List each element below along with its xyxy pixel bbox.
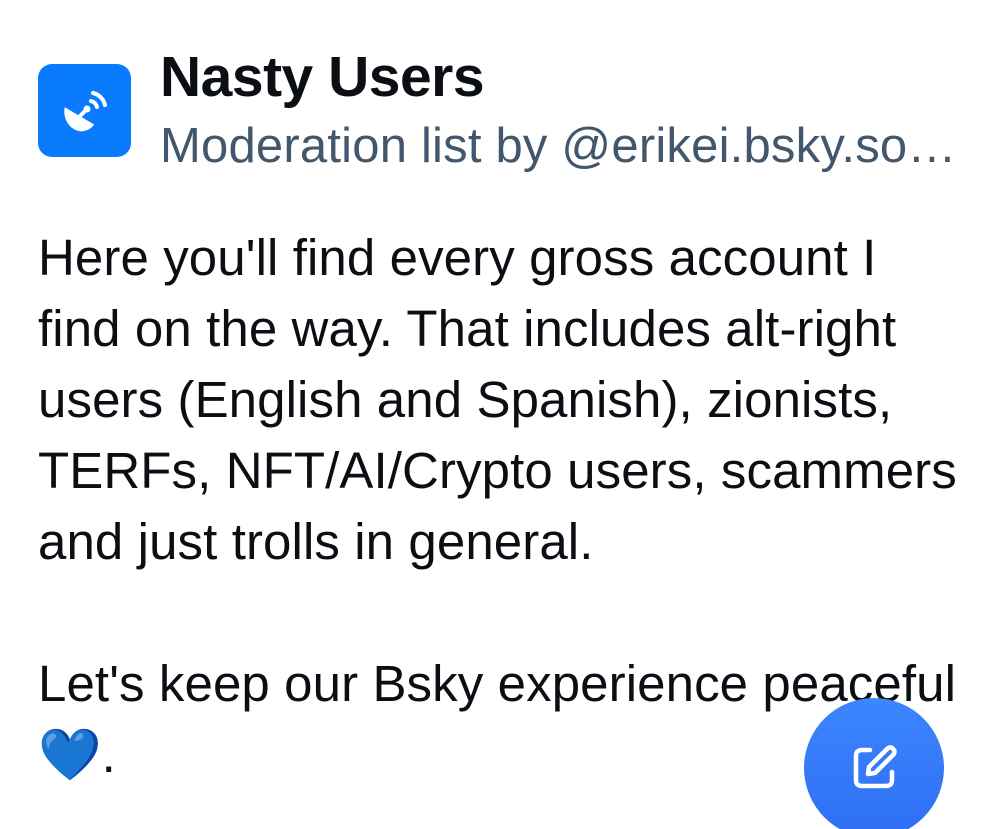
list-description: Here you'll find every gross account I f… xyxy=(38,229,957,783)
list-titles: Nasty Users Moderation list by @erikei.b… xyxy=(160,44,970,175)
list-title: Nasty Users xyxy=(160,45,485,109)
compose-icon xyxy=(853,745,897,789)
list-header: Nasty Users Moderation list by @erikei.b… xyxy=(38,44,970,175)
list-avatar[interactable] xyxy=(38,64,131,157)
compose-button[interactable] xyxy=(804,698,944,829)
satellite-dish-icon xyxy=(63,90,107,131)
list-subtitle[interactable]: Moderation list by @erikei.bsky.social xyxy=(160,117,970,175)
